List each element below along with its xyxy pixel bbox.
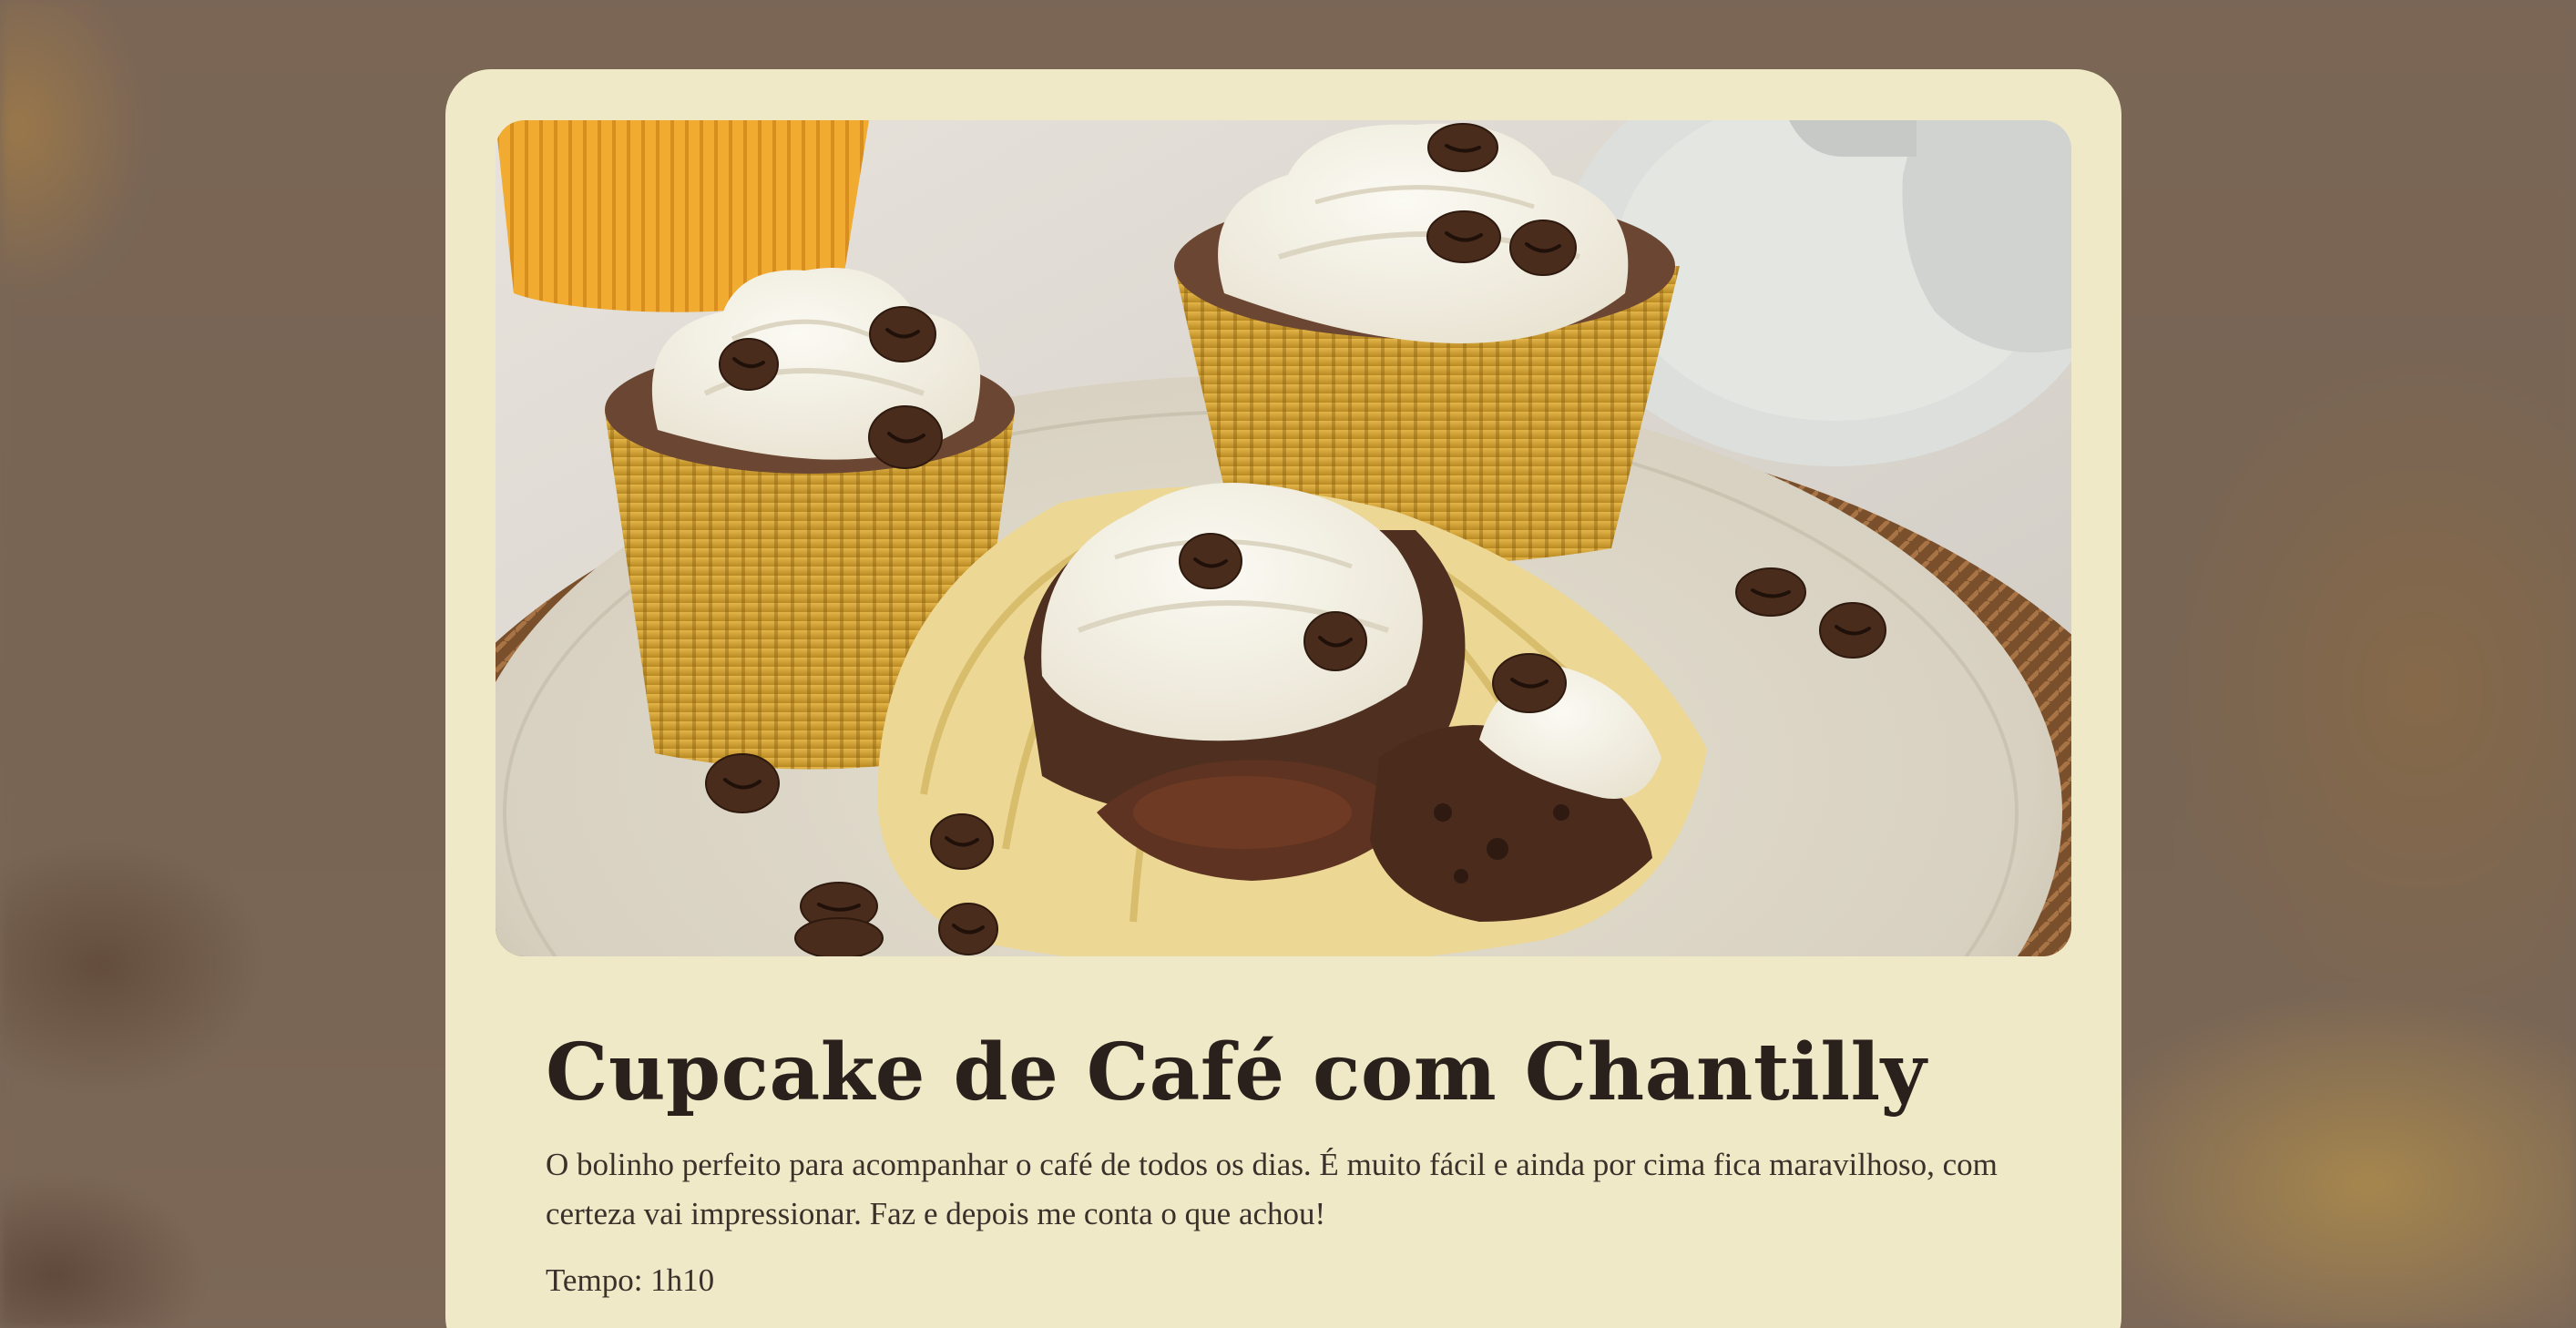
- recipe-title: Cupcake de Café com Chantilly: [546, 1027, 1927, 1119]
- recipe-time: Tempo: 1h10: [546, 1262, 715, 1298]
- recipe-description: O bolinho perfeito para acompanhar o caf…: [546, 1146, 1998, 1231]
- recipe-content: Cupcake de Café com Chantilly O bolinho …: [546, 1027, 2021, 1302]
- recipe-card: Cupcake de Café com Chantilly O bolinho …: [445, 69, 2121, 1328]
- recipe-hero-image: [496, 120, 2071, 956]
